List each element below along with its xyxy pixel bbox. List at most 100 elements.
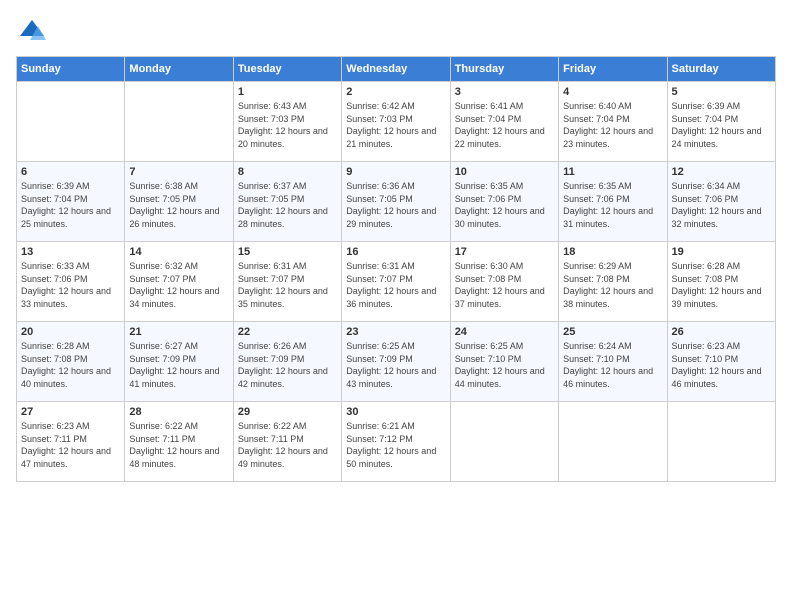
day-number: 24: [455, 326, 554, 338]
day-cell: 16 Sunrise: 6:31 AM Sunset: 7:07 PM Dayli…: [342, 242, 450, 322]
day-cell: 24 Sunrise: 6:25 AM Sunset: 7:10 PM Dayli…: [450, 322, 558, 402]
day-info: Sunrise: 6:30 AM Sunset: 7:08 PM Dayligh…: [455, 260, 554, 310]
week-row-5: 27 Sunrise: 6:23 AM Sunset: 7:11 PM Dayli…: [17, 402, 776, 482]
day-info: Sunrise: 6:40 AM Sunset: 7:04 PM Dayligh…: [563, 100, 662, 150]
day-number: 1: [238, 86, 337, 98]
weekday-header-monday: Monday: [125, 57, 233, 82]
day-cell: 6 Sunrise: 6:39 AM Sunset: 7:04 PM Daylig…: [17, 162, 125, 242]
day-info: Sunrise: 6:31 AM Sunset: 7:07 PM Dayligh…: [238, 260, 337, 310]
day-info: Sunrise: 6:27 AM Sunset: 7:09 PM Dayligh…: [129, 340, 228, 390]
weekday-header-tuesday: Tuesday: [233, 57, 341, 82]
day-info: Sunrise: 6:24 AM Sunset: 7:10 PM Dayligh…: [563, 340, 662, 390]
day-number: 3: [455, 86, 554, 98]
day-info: Sunrise: 6:32 AM Sunset: 7:07 PM Dayligh…: [129, 260, 228, 310]
day-info: Sunrise: 6:25 AM Sunset: 7:10 PM Dayligh…: [455, 340, 554, 390]
day-info: Sunrise: 6:23 AM Sunset: 7:11 PM Dayligh…: [21, 420, 120, 470]
day-number: 28: [129, 406, 228, 418]
day-number: 2: [346, 86, 445, 98]
day-info: Sunrise: 6:22 AM Sunset: 7:11 PM Dayligh…: [238, 420, 337, 470]
day-number: 30: [346, 406, 445, 418]
week-row-4: 20 Sunrise: 6:28 AM Sunset: 7:08 PM Dayli…: [17, 322, 776, 402]
day-number: 25: [563, 326, 662, 338]
weekday-header-sunday: Sunday: [17, 57, 125, 82]
day-info: Sunrise: 6:39 AM Sunset: 7:04 PM Dayligh…: [672, 100, 771, 150]
day-number: 15: [238, 246, 337, 258]
day-number: 16: [346, 246, 445, 258]
week-row-2: 6 Sunrise: 6:39 AM Sunset: 7:04 PM Daylig…: [17, 162, 776, 242]
day-cell: 9 Sunrise: 6:36 AM Sunset: 7:05 PM Daylig…: [342, 162, 450, 242]
weekday-header-wednesday: Wednesday: [342, 57, 450, 82]
day-cell: 26 Sunrise: 6:23 AM Sunset: 7:10 PM Dayli…: [667, 322, 775, 402]
day-number: 8: [238, 166, 337, 178]
day-info: Sunrise: 6:35 AM Sunset: 7:06 PM Dayligh…: [455, 180, 554, 230]
day-number: 10: [455, 166, 554, 178]
day-number: 21: [129, 326, 228, 338]
logo-icon: [18, 16, 46, 44]
day-cell: 21 Sunrise: 6:27 AM Sunset: 7:09 PM Dayli…: [125, 322, 233, 402]
day-number: 9: [346, 166, 445, 178]
day-cell: [125, 82, 233, 162]
day-cell: 2 Sunrise: 6:42 AM Sunset: 7:03 PM Daylig…: [342, 82, 450, 162]
day-info: Sunrise: 6:28 AM Sunset: 7:08 PM Dayligh…: [672, 260, 771, 310]
day-cell: 20 Sunrise: 6:28 AM Sunset: 7:08 PM Dayli…: [17, 322, 125, 402]
day-info: Sunrise: 6:43 AM Sunset: 7:03 PM Dayligh…: [238, 100, 337, 150]
calendar-table: SundayMondayTuesdayWednesdayThursdayFrid…: [16, 56, 776, 482]
day-cell: 28 Sunrise: 6:22 AM Sunset: 7:11 PM Dayli…: [125, 402, 233, 482]
day-info: Sunrise: 6:25 AM Sunset: 7:09 PM Dayligh…: [346, 340, 445, 390]
day-number: 7: [129, 166, 228, 178]
day-info: Sunrise: 6:29 AM Sunset: 7:08 PM Dayligh…: [563, 260, 662, 310]
day-cell: 22Sunrise: 6:26 AM Sunset: 7:09 PM Dayli…: [233, 322, 341, 402]
day-info: Sunrise: 6:39 AM Sunset: 7:04 PM Dayligh…: [21, 180, 120, 230]
day-info: Sunrise: 6:41 AM Sunset: 7:04 PM Dayligh…: [455, 100, 554, 150]
week-row-1: 1 Sunrise: 6:43 AM Sunset: 7:03 PM Daylig…: [17, 82, 776, 162]
day-number: 20: [21, 326, 120, 338]
day-info: Sunrise: 6:22 AM Sunset: 7:11 PM Dayligh…: [129, 420, 228, 470]
day-info: Sunrise: 6:36 AM Sunset: 7:05 PM Dayligh…: [346, 180, 445, 230]
page-header: [16, 16, 776, 44]
day-number: 14: [129, 246, 228, 258]
day-info: Sunrise: 6:33 AM Sunset: 7:06 PM Dayligh…: [21, 260, 120, 310]
day-cell: 29 Sunrise: 6:22 AM Sunset: 7:11 PM Dayli…: [233, 402, 341, 482]
day-number: 13: [21, 246, 120, 258]
day-info: Sunrise: 6:34 AM Sunset: 7:06 PM Dayligh…: [672, 180, 771, 230]
day-number: 19: [672, 246, 771, 258]
day-cell: 19 Sunrise: 6:28 AM Sunset: 7:08 PM Dayli…: [667, 242, 775, 322]
weekday-header-row: SundayMondayTuesdayWednesdayThursdayFrid…: [17, 57, 776, 82]
day-info: Sunrise: 6:21 AM Sunset: 7:12 PM Dayligh…: [346, 420, 445, 470]
day-info: Sunrise: 6:42 AM Sunset: 7:03 PM Dayligh…: [346, 100, 445, 150]
day-info: Sunrise: 6:31 AM Sunset: 7:07 PM Dayligh…: [346, 260, 445, 310]
day-number: 11: [563, 166, 662, 178]
day-number: 6: [21, 166, 120, 178]
weekday-header-friday: Friday: [559, 57, 667, 82]
day-cell: 10 Sunrise: 6:35 AM Sunset: 7:06 PM Dayli…: [450, 162, 558, 242]
day-cell: 4 Sunrise: 6:40 AM Sunset: 7:04 PM Daylig…: [559, 82, 667, 162]
day-cell: 15 Sunrise: 6:31 AM Sunset: 7:07 PM Dayli…: [233, 242, 341, 322]
day-cell: 27 Sunrise: 6:23 AM Sunset: 7:11 PM Dayli…: [17, 402, 125, 482]
logo: [16, 16, 46, 44]
day-cell: 23Sunrise: 6:25 AM Sunset: 7:09 PM Dayli…: [342, 322, 450, 402]
day-cell: [17, 82, 125, 162]
day-cell: 8 Sunrise: 6:37 AM Sunset: 7:05 PM Daylig…: [233, 162, 341, 242]
day-info: Sunrise: 6:38 AM Sunset: 7:05 PM Dayligh…: [129, 180, 228, 230]
day-cell: 25 Sunrise: 6:24 AM Sunset: 7:10 PM Dayli…: [559, 322, 667, 402]
day-cell: 14 Sunrise: 6:32 AM Sunset: 7:07 PM Dayli…: [125, 242, 233, 322]
day-cell: 18Sunrise: 6:29 AM Sunset: 7:08 PM Dayli…: [559, 242, 667, 322]
day-cell: 13 Sunrise: 6:33 AM Sunset: 7:06 PM Dayli…: [17, 242, 125, 322]
day-cell: 5 Sunrise: 6:39 AM Sunset: 7:04 PM Daylig…: [667, 82, 775, 162]
day-number: 4: [563, 86, 662, 98]
day-info: Sunrise: 6:35 AM Sunset: 7:06 PM Dayligh…: [563, 180, 662, 230]
week-row-3: 13 Sunrise: 6:33 AM Sunset: 7:06 PM Dayli…: [17, 242, 776, 322]
day-number: 5: [672, 86, 771, 98]
day-cell: [450, 402, 558, 482]
weekday-header-thursday: Thursday: [450, 57, 558, 82]
day-info: Sunrise: 6:26 AM Sunset: 7:09 PM Dayligh…: [238, 340, 337, 390]
day-info: Sunrise: 6:37 AM Sunset: 7:05 PM Dayligh…: [238, 180, 337, 230]
day-info: Sunrise: 6:28 AM Sunset: 7:08 PM Dayligh…: [21, 340, 120, 390]
day-number: 27: [21, 406, 120, 418]
day-number: 26: [672, 326, 771, 338]
day-number: 29: [238, 406, 337, 418]
day-cell: 1 Sunrise: 6:43 AM Sunset: 7:03 PM Daylig…: [233, 82, 341, 162]
day-cell: 7 Sunrise: 6:38 AM Sunset: 7:05 PM Daylig…: [125, 162, 233, 242]
day-cell: [559, 402, 667, 482]
day-info: Sunrise: 6:23 AM Sunset: 7:10 PM Dayligh…: [672, 340, 771, 390]
